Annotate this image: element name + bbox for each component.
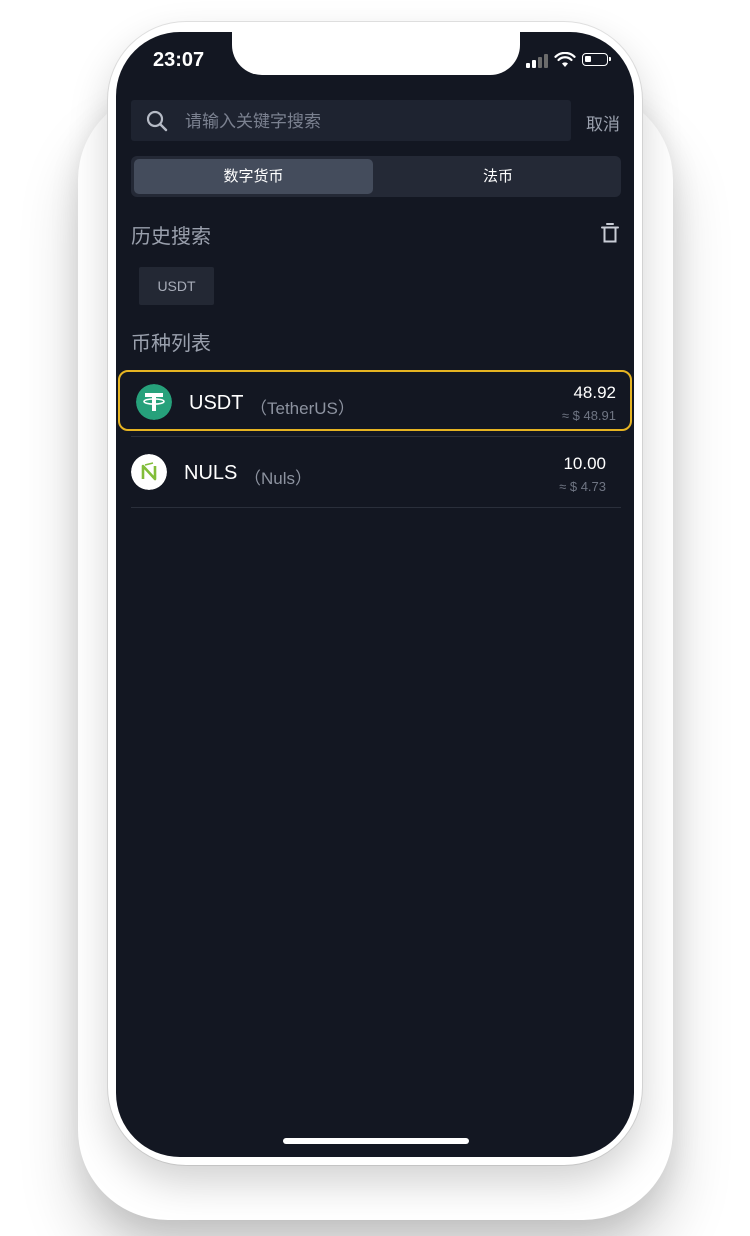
nuls-logo-icon [131, 454, 167, 490]
status-time: 23:07 [153, 49, 205, 71]
tab-digital-currency[interactable]: 数字货币 [134, 159, 373, 194]
wifi-icon [554, 52, 576, 67]
coin-row-usdt[interactable]: USDT （TetherUS） 48.92 ≈ $ 48.91 [118, 370, 632, 431]
cancel-button[interactable]: 取消 [586, 110, 620, 135]
currency-type-tabs: 数字货币 法币 [131, 156, 621, 197]
coin-name: （Nuls） [244, 469, 313, 488]
list-divider [131, 436, 621, 437]
battery-icon [582, 53, 611, 66]
device-notch [232, 32, 520, 75]
coin-name: （TetherUS） [250, 399, 355, 418]
coin-symbol: USDT [189, 392, 244, 414]
coin-list-title: 币种列表 [131, 331, 211, 355]
home-indicator[interactable] [283, 1138, 469, 1144]
tab-fiat-currency[interactable]: 法币 [378, 159, 618, 194]
coin-usd-value: ≈ $ 4.73 [559, 479, 606, 494]
coin-usd-value: ≈ $ 48.91 [561, 408, 616, 423]
status-icons [526, 52, 616, 70]
coin-amount: 48.92 [573, 383, 616, 402]
search-bar [131, 100, 571, 143]
cellular-signal-icon [526, 52, 550, 68]
coin-symbol: NULS [184, 462, 238, 484]
history-search-title: 历史搜索 [131, 224, 211, 248]
trash-icon[interactable] [601, 222, 619, 244]
tether-logo-icon [136, 384, 172, 420]
coin-amount: 10.00 [563, 454, 606, 473]
coin-row-nuls[interactable]: NULS （Nuls） 10.00 ≈ $ 4.73 [131, 439, 621, 508]
app-screen [116, 32, 634, 1157]
search-input[interactable] [183, 100, 557, 143]
search-icon [146, 110, 168, 132]
history-item-usdt[interactable]: USDT [139, 267, 214, 305]
